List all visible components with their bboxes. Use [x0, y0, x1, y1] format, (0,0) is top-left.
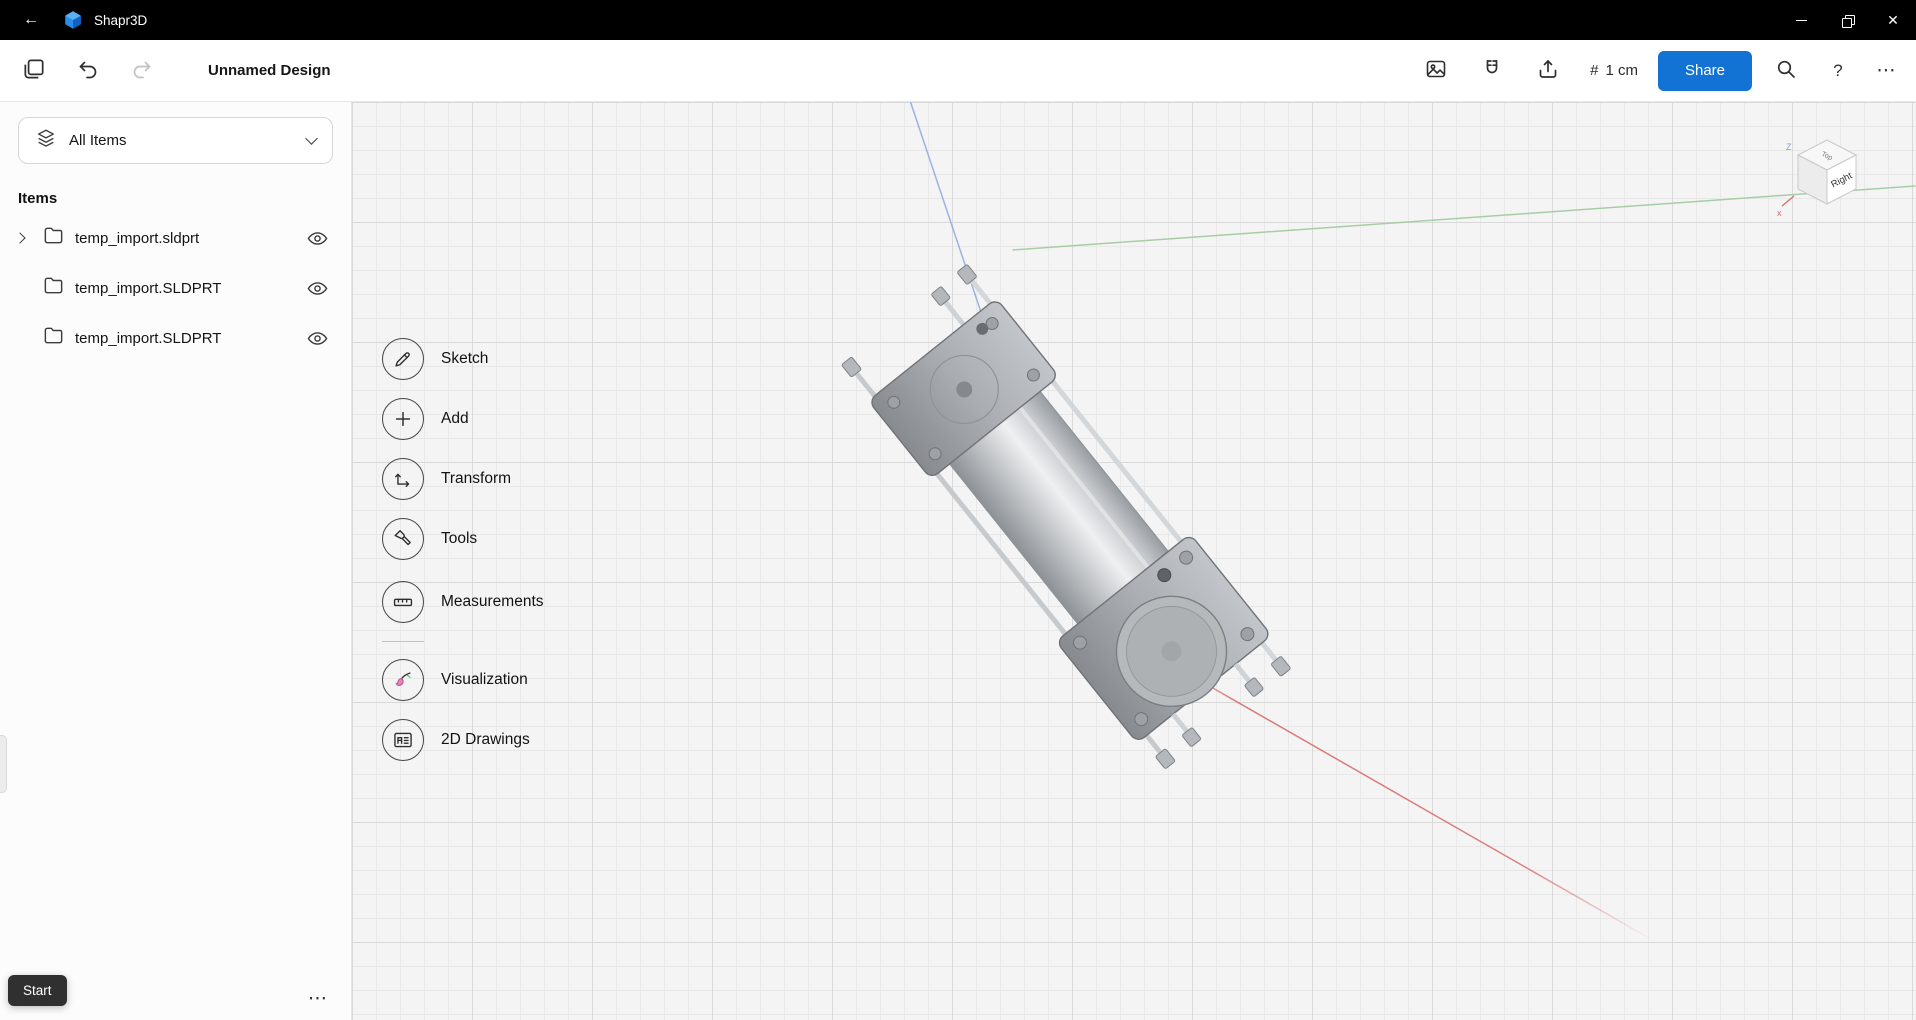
chevron-right-icon[interactable]: [14, 232, 25, 243]
toolbar-right-group: # 1 cm Share ? ⋯: [1414, 49, 1904, 93]
grid-units-value: 1 cm: [1605, 62, 1638, 79]
minimize-button[interactable]: [1778, 0, 1824, 40]
tool-transform[interactable]: Transform: [382, 458, 544, 500]
snapping-button[interactable]: [1470, 49, 1514, 93]
viewport-3d[interactable]: Z Top Right x: [352, 102, 1916, 1020]
main-toolbar: Unnamed Design: [0, 40, 1916, 102]
transform-arrows-icon: [382, 458, 424, 500]
undo-icon: [76, 57, 100, 84]
back-button[interactable]: ←: [0, 0, 62, 40]
my-designs-button[interactable]: [12, 49, 56, 93]
panel-edge-handle[interactable]: [0, 735, 7, 793]
tool-measurements[interactable]: Measurements: [382, 581, 544, 623]
restore-icon: [1842, 15, 1853, 26]
tree-item-label: temp_import.sldprt: [75, 230, 303, 247]
tool-label: Measurements: [441, 593, 544, 611]
viewcube-x-label: x: [1777, 208, 1782, 218]
folder-icon: [42, 274, 65, 302]
tree-item-label: temp_import.SLDPRT: [75, 280, 303, 297]
magnet-icon: [1480, 57, 1504, 84]
search-button[interactable]: [1764, 49, 1808, 93]
tree-row[interactable]: temp_import.SLDPRT: [0, 313, 351, 363]
close-button[interactable]: ✕: [1870, 0, 1916, 40]
app-title: Shapr3D: [94, 13, 147, 28]
shapr3d-app-window: ← Shapr3D ✕: [0, 0, 1916, 1020]
items-heading: Items: [18, 190, 351, 207]
redo-icon: [130, 57, 154, 84]
folder-icon: [42, 324, 65, 352]
help-button[interactable]: ?: [1820, 61, 1856, 81]
close-icon: ✕: [1887, 13, 1899, 27]
modeling-tool-menu: Sketch Add: [382, 338, 544, 779]
items-filter-dropdown[interactable]: All Items: [18, 117, 333, 164]
sketch-pen-icon: [382, 338, 424, 380]
grid-units-display[interactable]: # 1 cm: [1582, 62, 1646, 79]
chevron-down-icon: [305, 132, 318, 145]
visibility-eye-icon[interactable]: [303, 274, 331, 302]
toolbar-left-group: [12, 49, 164, 93]
tool-label: Tools: [441, 530, 477, 548]
maximize-restore-button[interactable]: [1824, 0, 1870, 40]
scene-svg: [352, 102, 1916, 1020]
hammer-icon: [382, 518, 424, 560]
design-title: Unnamed Design: [208, 62, 331, 79]
tool-visualization[interactable]: Visualization: [382, 659, 544, 701]
tool-menu-divider: [382, 641, 424, 642]
grid-hash-icon: #: [1590, 62, 1598, 79]
tree-row[interactable]: temp_import.sldprt: [0, 213, 351, 263]
search-icon: [1774, 57, 1798, 84]
tool-label: 2D Drawings: [441, 731, 530, 749]
redo-button[interactable]: [120, 49, 164, 93]
back-arrow-icon: ←: [23, 11, 39, 29]
tool-sketch[interactable]: Sketch: [382, 338, 544, 380]
tool-2d-drawings[interactable]: 2D Drawings: [382, 719, 544, 761]
tool-add[interactable]: Add: [382, 398, 544, 440]
image-icon: [1424, 57, 1448, 84]
items-filter-label: All Items: [69, 132, 127, 149]
plus-icon: [382, 398, 424, 440]
export-icon: [1536, 57, 1560, 84]
export-button[interactable]: [1526, 49, 1570, 93]
viewcube-z-label: Z: [1786, 142, 1792, 152]
tool-label: Sketch: [441, 350, 488, 368]
shapr3d-logo-icon: [62, 9, 84, 31]
undo-button[interactable]: [66, 49, 110, 93]
tool-label: Visualization: [441, 671, 528, 689]
import-image-button[interactable]: [1414, 49, 1458, 93]
minimize-icon: [1796, 20, 1807, 21]
toolbar-more-button[interactable]: ⋯: [1868, 59, 1904, 82]
paintbrush-icon: [382, 659, 424, 701]
share-button[interactable]: Share: [1658, 51, 1752, 91]
drawing-sheet-icon: [382, 719, 424, 761]
tool-tools[interactable]: Tools: [382, 518, 544, 560]
start-tooltip: Start: [8, 975, 67, 1006]
designs-stack-icon: [21, 56, 47, 85]
ruler-icon: [382, 581, 424, 623]
tree-item-label: temp_import.SLDPRT: [75, 330, 303, 347]
visibility-eye-icon[interactable]: [303, 224, 331, 252]
sidebar-more-button[interactable]: ⋯: [308, 987, 327, 1010]
items-sidebar: All Items Items temp_import.sldprt: [0, 102, 352, 1020]
main-area: All Items Items temp_import.sldprt: [0, 102, 1916, 1020]
tool-label: Transform: [441, 470, 511, 488]
titlebar: ← Shapr3D ✕: [0, 0, 1916, 40]
tree-row[interactable]: temp_import.SLDPRT: [0, 263, 351, 313]
orientation-cube[interactable]: Z Top Right x: [1772, 124, 1882, 234]
tool-label: Add: [441, 410, 469, 428]
folder-icon: [42, 224, 65, 252]
viewcube-x-axis: [1782, 196, 1794, 206]
layers-icon: [35, 127, 57, 154]
visibility-eye-icon[interactable]: [303, 324, 331, 352]
